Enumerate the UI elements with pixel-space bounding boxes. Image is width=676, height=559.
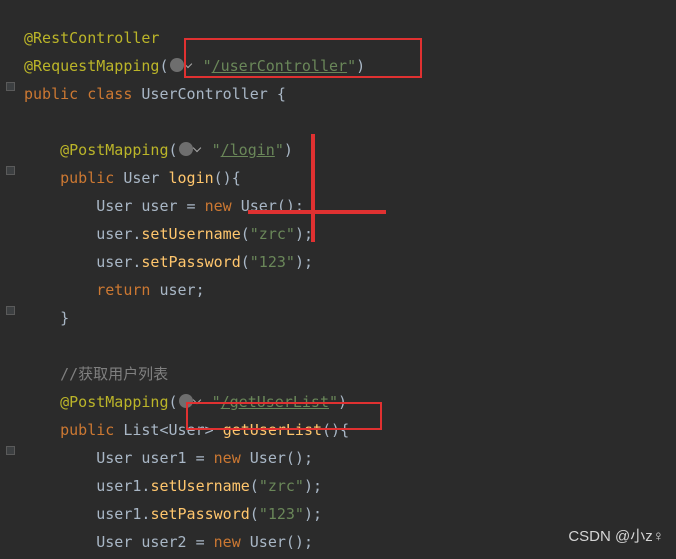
annotation-postmapping: @PostMapping (60, 393, 168, 411)
globe-icon[interactable] (170, 58, 184, 72)
globe-icon[interactable] (179, 394, 193, 408)
code-area[interactable]: @RestController @RequestMapping( "/userC… (20, 24, 365, 556)
annotation-restcontroller: @RestController (24, 29, 159, 47)
fold-marker-icon[interactable] (6, 306, 15, 315)
url-getuserlist[interactable]: /getUserList (221, 393, 329, 411)
method-getuserlist: getUserList (223, 421, 322, 439)
class-name: UserController { (141, 85, 286, 103)
url-usercontroller[interactable]: /userController (212, 57, 347, 75)
code-editor[interactable]: @RestController @RequestMapping( "/userC… (0, 0, 676, 556)
globe-icon[interactable] (179, 142, 193, 156)
fold-marker-icon[interactable] (6, 82, 15, 91)
fold-marker-icon[interactable] (6, 446, 15, 455)
fold-marker-icon[interactable] (6, 166, 15, 175)
url-login[interactable]: /login (221, 141, 275, 159)
gutter (0, 24, 20, 556)
annotation-requestmapping: @RequestMapping (24, 57, 159, 75)
annotation-postmapping: @PostMapping (60, 141, 168, 159)
comment: //获取用户列表 (60, 365, 168, 383)
watermark: CSDN @小z♀ (568, 523, 664, 551)
method-login: login (169, 169, 214, 187)
